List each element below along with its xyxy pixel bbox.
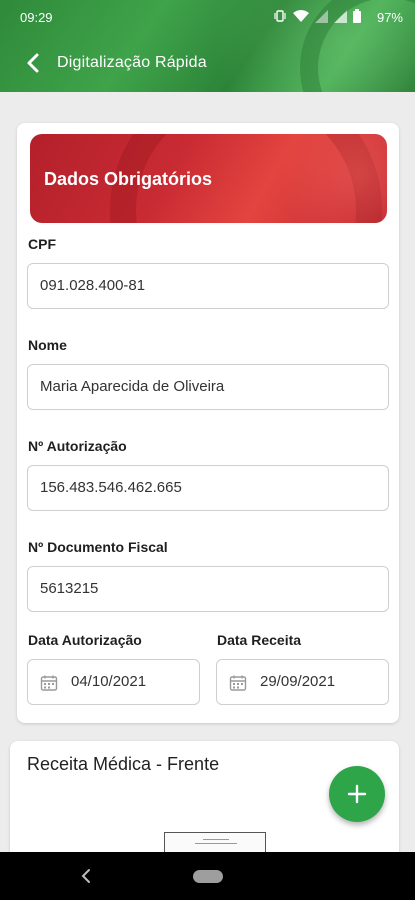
data-receita-value: 29/09/2021 [260,673,336,690]
data-autorizacao-label: Data Autorização [28,632,142,648]
toolbar: Digitalização Rápida [0,44,415,84]
system-nav-bar [0,852,415,900]
prescription-front-title: Receita Médica - Frente [27,754,220,774]
status-time: 09:29 [20,10,53,25]
autorizacao-label: Nº Autorização [28,438,127,454]
status-icons [273,9,361,23]
nome-field[interactable]: Maria Aparecida de Oliveira [27,364,389,410]
cpf-field[interactable]: 091.028.400-81 [27,263,389,309]
documento-fiscal-label: Nº Documento Fiscal [28,539,168,555]
documento-fiscal-field[interactable]: 5613215 [27,566,389,612]
status-bar: 09:29 97% [0,0,415,34]
signal-icon [334,9,347,23]
banner-title: Dados Obrigatórios [44,169,213,189]
nav-back-icon[interactable] [80,867,92,885]
data-receita-label: Data Receita [217,632,302,648]
section-banner: Dados Obrigatórios [30,134,387,223]
cpf-label: CPF [28,236,56,252]
nome-label: Nome [28,337,67,353]
autorizacao-field[interactable]: 156.483.546.462.665 [27,465,389,511]
app-header: 09:29 97% Digitalização Rápida [0,0,415,92]
battery-icon [353,9,361,23]
signal-icon [315,9,328,23]
battery-percent: 97% [376,10,403,25]
data-autorizacao-value: 04/10/2021 [71,673,147,690]
page-title: Digitalização Rápida [57,54,207,71]
add-button[interactable] [329,766,385,822]
calendar-icon [229,675,247,691]
data-autorizacao-field[interactable]: 04/10/2021 [27,659,200,705]
nav-home-pill[interactable] [193,870,223,883]
chevron-left-icon[interactable] [20,50,46,76]
data-receita-field[interactable]: 29/09/2021 [216,659,389,705]
calendar-icon [40,675,58,691]
vibrate-icon [274,10,286,22]
wifi-icon [293,10,309,22]
required-data-card: Dados Obrigatórios CPF 091.028.400-81 No… [17,123,399,723]
plus-icon [347,784,367,804]
